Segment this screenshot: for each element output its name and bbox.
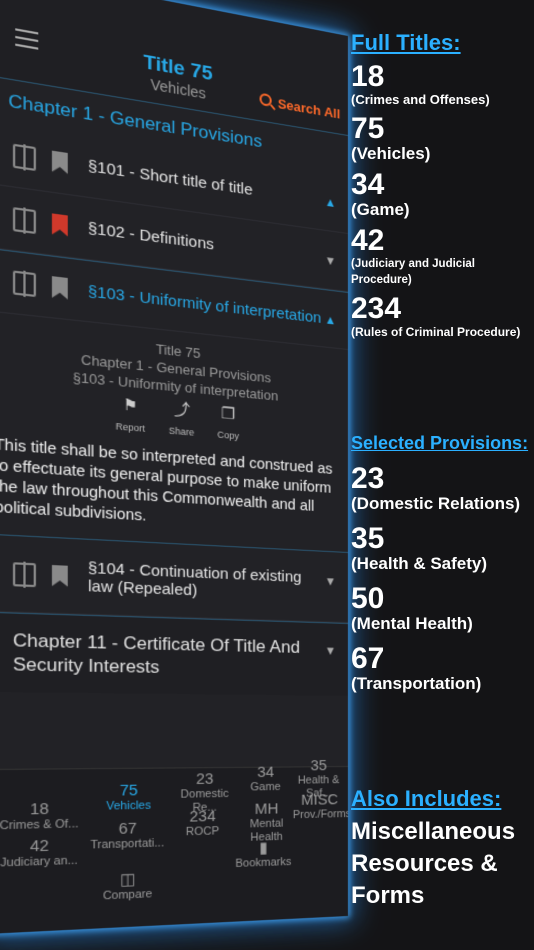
full-titles-header: Full Titles: [351, 30, 461, 55]
provision-num: 67 [351, 642, 385, 675]
also-includes-line: Forms [351, 882, 425, 909]
tab-misc[interactable]: MISC Prov./Forms [292, 791, 348, 822]
chevron-down-icon[interactable]: ▼ [325, 574, 337, 589]
tab-34[interactable]: 34 Game [240, 763, 291, 794]
tab-label: Bookmarks [235, 855, 292, 871]
tab-label: Game [250, 780, 281, 794]
tab-234[interactable]: 234 ROCP [171, 807, 234, 840]
section-label: §101 - Short title of title [87, 157, 253, 200]
title-desc: (Rules of Criminal Procedure) [351, 325, 521, 339]
tab-num: MH [254, 800, 279, 819]
provision-num: 35 [351, 522, 385, 555]
tab-num: 34 [257, 763, 275, 782]
bookmark-icon[interactable] [52, 150, 68, 174]
compare-icon[interactable] [12, 206, 36, 234]
chevron-up-icon[interactable]: ▲ [325, 312, 337, 327]
share-label: Share [168, 425, 195, 438]
section-detail: Title 75 Chapter 1 - General Provisions … [0, 312, 348, 553]
tab-compare[interactable]: ◫ Compare [88, 869, 167, 904]
tab-label: Transportati... [90, 836, 165, 852]
chevron-down-icon[interactable]: ▼ [325, 253, 337, 269]
tab-label: Vehicles [106, 799, 152, 813]
tab-num: 67 [118, 819, 137, 839]
provision-desc: (Transportation) [351, 674, 482, 693]
copy-button[interactable]: ❐ Copy [217, 405, 239, 445]
also-includes-header: Also Includes: [351, 786, 502, 811]
chapter-11-header[interactable]: Chapter 11 - Certificate Of Title And Se… [0, 611, 348, 696]
app-screen: Title 75 Vehicles Search All Chapter 1 -… [0, 0, 348, 934]
compare-icon[interactable] [12, 143, 36, 171]
full-titles-block: Full Titles: 18 (Crimes and Offenses) 75… [351, 30, 531, 346]
tab-num: 35 [310, 757, 327, 775]
provision-desc: (Domestic Relations) [351, 494, 521, 513]
title-desc: (Crimes and Offenses) [351, 92, 490, 107]
bookmark-icon-active[interactable] [52, 213, 68, 237]
bookmark-icon[interactable] [52, 564, 68, 586]
title-desc: (Vehicles) [351, 144, 431, 163]
report-button[interactable]: ⚑ Report [116, 396, 145, 438]
tab-num: 75 [119, 781, 138, 800]
selected-provisions-block: Selected Provisions: 23 (Domestic Relati… [351, 430, 531, 696]
provision-desc: (Mental Health) [351, 614, 473, 633]
provision-desc: (Health & Safety) [351, 554, 488, 573]
bookmark-icon[interactable] [52, 276, 68, 299]
tab-label: Compare [102, 887, 153, 903]
also-includes-block: Also Includes: Miscellaneous Resources &… [351, 786, 531, 912]
chevron-down-icon[interactable]: ▼ [325, 639, 337, 661]
tab-18[interactable]: 18 Crimes & Of... [0, 799, 79, 833]
bottom-tab-bar: 18 Crimes & Of... 75 Vehicles 23 Domestic R… [0, 757, 348, 934]
title-num: 34 [351, 168, 385, 201]
compare-icon[interactable] [12, 270, 36, 298]
search-icon [259, 92, 272, 107]
title-num: 75 [351, 112, 385, 145]
tab-label: Crimes & Of... [0, 817, 79, 833]
section-label: §103 - Uniformity of interpretation [87, 281, 322, 327]
share-icon: ⤴ [174, 400, 191, 420]
tab-67[interactable]: 67 Transportati... [88, 819, 167, 853]
tab-42[interactable]: 42 Judiciary an... [0, 836, 81, 871]
provision-num: 23 [351, 462, 385, 495]
section-label: §104 - Continuation of existing law (Rep… [87, 558, 302, 600]
chevron-up-icon[interactable]: ▲ [325, 195, 337, 211]
tab-num: MISC [301, 791, 339, 809]
report-label: Report [115, 420, 146, 434]
title-num: 18 [351, 60, 385, 93]
title-num: 234 [351, 292, 402, 325]
tab-num: 234 [189, 807, 216, 826]
phone-mockup: Title 75 Vehicles Search All Chapter 1 -… [0, 0, 348, 934]
copy-icon: ❐ [221, 404, 236, 424]
tab-label: Prov./Forms [292, 807, 348, 822]
tab-75[interactable]: 75 Vehicles [90, 781, 166, 814]
tab-label: ROCP [185, 825, 220, 839]
tab-num: 18 [29, 799, 49, 819]
title-num: 42 [351, 224, 385, 257]
title-desc: (Game) [351, 200, 410, 219]
tab-bookmarks[interactable]: ▮ Bookmarks [228, 838, 299, 871]
share-button[interactable]: ⤴ Share [169, 401, 195, 442]
chapter-11-label: Chapter 11 - Certificate Of Title And Se… [12, 629, 300, 678]
flag-icon: ⚑ [123, 396, 138, 416]
tab-label: Judiciary an... [0, 854, 78, 870]
section-label: §102 - Definitions [87, 219, 214, 254]
compare-icon[interactable] [12, 561, 36, 587]
copy-label: Copy [217, 429, 240, 442]
selected-provisions-header: Selected Provisions: [351, 433, 529, 453]
title-desc: (Judiciary and Judicial Procedure) [351, 258, 475, 286]
also-includes-line: Resources & [351, 850, 498, 877]
also-includes-line: Miscellaneous [351, 818, 516, 845]
provision-num: 50 [351, 582, 385, 615]
tab-num: 23 [195, 770, 214, 789]
